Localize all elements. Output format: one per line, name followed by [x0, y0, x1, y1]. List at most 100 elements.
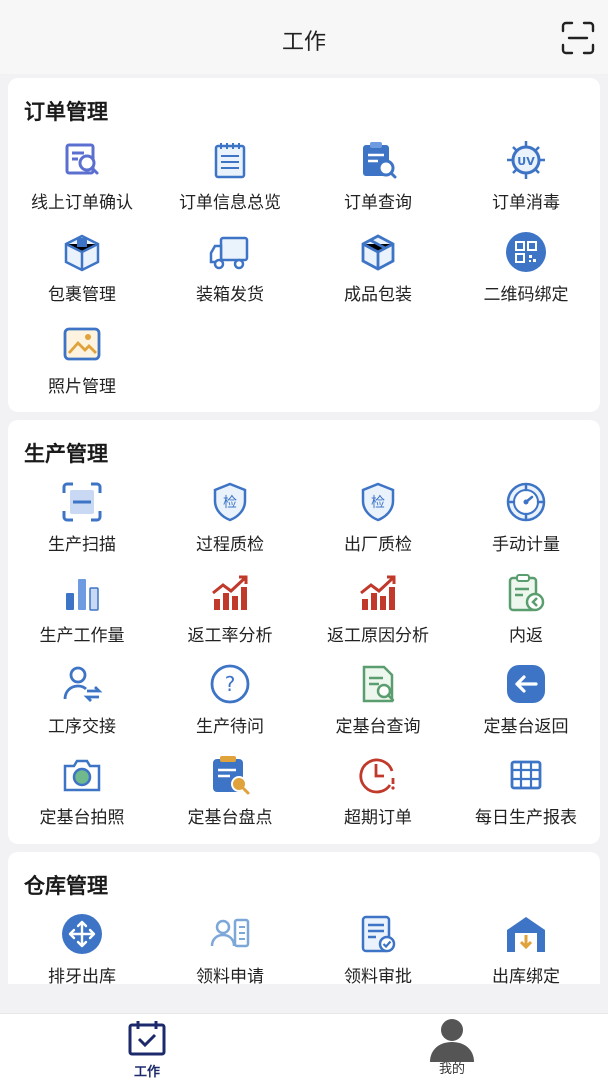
trend-chart-icon: [212, 575, 248, 610]
menu-item-production-pending-inquiry[interactable]: ? 生产待问: [156, 662, 304, 753]
svg-text:UV: UV: [517, 155, 535, 168]
document-search-icon: [362, 665, 395, 703]
menu-item-label: 订单消毒: [492, 193, 560, 213]
bottom-tab-bar: 工作 我的: [0, 1013, 608, 1080]
menu-item-manual-metering[interactable]: 手动计量: [452, 480, 600, 571]
menu-item-label: 定基台拍照: [39, 808, 125, 828]
question-icon: ?: [210, 664, 250, 704]
menu-item-production-workload[interactable]: 生产工作量: [8, 571, 156, 662]
work-calendar-icon: [128, 1021, 166, 1056]
inventory-icon: [213, 756, 250, 795]
svg-text:检: 检: [223, 495, 237, 511]
menu-item-base-query[interactable]: 定基台查询: [304, 662, 452, 753]
tab-label: 工作: [133, 1065, 160, 1080]
tab-mine[interactable]: 我的: [392, 1014, 512, 1080]
scan-frame-icon: [62, 482, 102, 522]
warehouse-icon: [507, 917, 545, 952]
approval-icon: [361, 915, 396, 953]
menu-item-label: 出厂质检: [344, 535, 412, 555]
menu-item-label: 定基台查询: [335, 717, 421, 737]
menu-item-base-inventory[interactable]: 定基台盘点: [156, 753, 304, 844]
menu-item-material-request[interactable]: 领料申请: [156, 912, 304, 984]
clock-alert-icon: [359, 758, 395, 794]
menu-item-label: 装箱发货: [196, 285, 264, 305]
table-icon: [510, 760, 542, 790]
clipboard-search-icon: [363, 142, 397, 179]
warehouse-management-section: 仓库管理 排牙出库 领料申请 领料审批 出库绑定: [8, 852, 600, 984]
menu-item-internal-return[interactable]: 内返: [452, 571, 600, 662]
menu-item-online-order-confirm[interactable]: 线上订单确认: [8, 138, 156, 230]
menu-item-label: 手动计量: [492, 535, 560, 555]
user-transfer-icon: [63, 666, 103, 702]
top-bar: 工作: [0, 0, 608, 74]
menu-item-process-handover[interactable]: 工序交接: [8, 662, 156, 753]
package-icon: [64, 234, 100, 272]
box-icon: [361, 234, 395, 271]
svg-text:检: 检: [371, 495, 385, 511]
menu-item-label: 内返: [509, 626, 543, 646]
section-title: 仓库管理: [24, 874, 108, 898]
menu-item-label: 定基台返回: [483, 717, 569, 737]
move-icon: [62, 914, 102, 954]
production-management-section: 生产管理 生产扫描 检 过程质检 检 出厂质检 手动计量 生产工作量 返工率分析…: [8, 420, 600, 844]
menu-item-label: 线上订单确认: [31, 193, 133, 213]
bar-chart-icon: [66, 579, 99, 611]
menu-item-process-inspection[interactable]: 检 过程质检: [156, 480, 304, 571]
menu-item-label: 定基台盘点: [187, 808, 273, 828]
scroll-content[interactable]: 订单管理 线上订单确认 订单信息总览 订单查询 UV 订单消毒 包裹管理 装箱发…: [0, 74, 608, 984]
tab-work[interactable]: 工作: [87, 1014, 207, 1080]
menu-item-label: 返工率分析: [187, 626, 273, 646]
menu-item-label: 照片管理: [48, 377, 116, 397]
shield-check-icon: 检: [213, 482, 247, 522]
menu-item-rework-cause-analysis[interactable]: 返工原因分析: [304, 571, 452, 662]
menu-item-label: 订单查询: [344, 193, 412, 213]
menu-item-order-disinfect[interactable]: UV 订单消毒: [452, 138, 600, 230]
menu-item-packing-shipping[interactable]: 装箱发货: [156, 230, 304, 322]
material-request-icon: [210, 918, 250, 948]
menu-item-factory-inspection[interactable]: 检 出厂质检: [304, 480, 452, 571]
menu-item-label: 每日生产报表: [475, 808, 577, 828]
notepad-icon: [214, 143, 246, 179]
menu-item-label: 生产工作量: [39, 626, 125, 646]
menu-item-order-query[interactable]: 订单查询: [304, 138, 452, 230]
menu-item-base-return[interactable]: 定基台返回: [452, 662, 600, 753]
menu-item-material-approval[interactable]: 领料审批: [304, 912, 452, 984]
menu-item-label: 领料审批: [344, 967, 412, 984]
camera-icon: [63, 759, 101, 792]
tab-label: 我的: [438, 1062, 465, 1077]
menu-item-teeth-outbound[interactable]: 排牙出库: [8, 912, 156, 984]
menu-item-label: 包裹管理: [48, 285, 116, 305]
menu-item-photo-management[interactable]: 照片管理: [8, 322, 156, 414]
menu-item-qr-binding[interactable]: 二维码绑定: [452, 230, 600, 322]
menu-item-overdue-orders[interactable]: 超期订单: [304, 753, 452, 844]
menu-item-product-packaging[interactable]: 成品包装: [304, 230, 452, 322]
trend-chart-icon: [360, 575, 396, 610]
menu-item-label: 生产扫描: [48, 535, 116, 555]
menu-item-outbound-binding[interactable]: 出库绑定: [452, 912, 600, 984]
menu-item-label: 过程质检: [196, 535, 264, 555]
menu-item-label: 返工原因分析: [327, 626, 429, 646]
truck-icon: [209, 236, 249, 270]
menu-item-daily-production-report[interactable]: 每日生产报表: [452, 753, 600, 844]
menu-item-label: 生产待问: [196, 717, 264, 737]
clipboard-return-icon: [508, 574, 545, 612]
scan-icon[interactable]: [560, 20, 596, 56]
dial-icon: [506, 482, 546, 522]
menu-item-label: 排牙出库: [48, 967, 116, 984]
arrow-left-icon: [507, 665, 545, 703]
menu-item-production-scan[interactable]: 生产扫描: [8, 480, 156, 571]
section-title: 生产管理: [24, 442, 108, 466]
qr-code-icon: [506, 232, 546, 272]
menu-item-order-overview[interactable]: 订单信息总览: [156, 138, 304, 230]
menu-item-label: 领料申请: [196, 967, 264, 984]
page-title: 工作: [281, 30, 326, 55]
menu-item-rework-rate-analysis[interactable]: 返工率分析: [156, 571, 304, 662]
menu-item-package-management[interactable]: 包裹管理: [8, 230, 156, 322]
menu-item-label: 出库绑定: [492, 967, 560, 984]
uv-icon: UV: [507, 141, 545, 179]
menu-item-label: 工序交接: [48, 717, 116, 737]
menu-item-base-photo[interactable]: 定基台拍照: [8, 753, 156, 844]
menu-item-label: 订单信息总览: [179, 193, 281, 213]
photo-icon: [63, 327, 101, 361]
shield-check-icon: 检: [361, 482, 395, 522]
